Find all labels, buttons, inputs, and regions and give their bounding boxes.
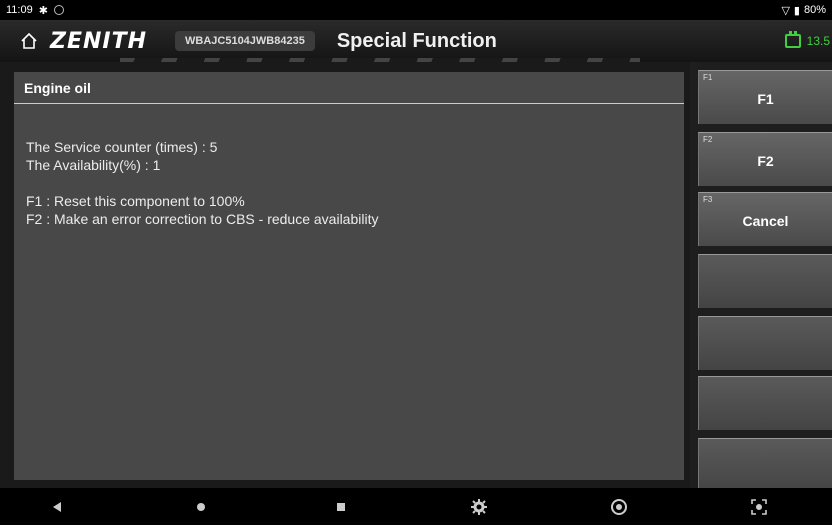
f1-description-line: F1 : Reset this component to 100%: [26, 193, 245, 209]
back-icon[interactable]: [48, 498, 66, 516]
f2-button[interactable]: F2 F2: [698, 132, 832, 186]
app-header: ZENITH WBAJC5104JWB84235 Special Functio…: [0, 20, 832, 62]
f3-key-label: F3: [703, 195, 713, 204]
panel-title: Engine oil: [14, 72, 684, 104]
browser-icon[interactable]: [610, 498, 628, 516]
function-key-column: F1 F1 F2 F2 F3 Cancel: [690, 62, 832, 492]
service-counter-line: The Service counter (times) : 5: [26, 139, 218, 155]
cancel-button[interactable]: F3 Cancel: [698, 192, 832, 246]
voltage-indicator: 13.5: [784, 31, 830, 48]
home-button[interactable]: [12, 24, 46, 58]
f7-button[interactable]: [698, 438, 832, 492]
status-bar: 11:09 ✱ ▽ ▮ 80%: [0, 0, 832, 20]
vin-badge: WBAJC5104JWB84235: [175, 31, 315, 51]
f1-button[interactable]: F1 F1: [698, 70, 832, 124]
f6-button[interactable]: [698, 376, 832, 430]
brand-logo: ZENITH: [50, 28, 147, 54]
f4-button[interactable]: [698, 254, 832, 308]
voltage-value: 13.5: [806, 34, 830, 48]
content-panel: Engine oil The Service counter (times) :…: [14, 72, 684, 480]
availability-line: The Availability(%) : 1: [26, 157, 161, 173]
car-battery-icon: [784, 31, 801, 48]
cancel-button-label: Cancel: [742, 213, 789, 229]
home-nav-icon[interactable]: [192, 498, 210, 516]
status-time: 11:09: [6, 4, 33, 16]
battery-status-icon: ▮: [793, 4, 800, 17]
f2-description-line: F2 : Make an error correction to CBS - r…: [26, 211, 379, 227]
recents-icon[interactable]: [332, 498, 350, 516]
settings-icon[interactable]: [470, 498, 488, 516]
f5-button[interactable]: [698, 316, 832, 370]
sync-status-icon: [53, 5, 64, 15]
home-icon: [21, 32, 37, 49]
f2-button-label: F2: [757, 153, 774, 169]
panel-body: The Service counter (times) : 5 The Avai…: [14, 104, 684, 262]
settings-status-icon: ✱: [38, 4, 48, 17]
f1-key-label: F1: [703, 73, 713, 82]
navigation-bar: [0, 488, 832, 525]
f2-key-label: F2: [703, 135, 713, 144]
wifi-icon: ▽: [781, 4, 790, 17]
battery-level: 80%: [803, 4, 826, 16]
main-area: Engine oil The Service counter (times) :…: [0, 62, 690, 488]
screenshot-icon[interactable]: [750, 498, 768, 516]
page-title: Special Function: [336, 29, 497, 52]
f1-button-label: F1: [757, 91, 774, 107]
